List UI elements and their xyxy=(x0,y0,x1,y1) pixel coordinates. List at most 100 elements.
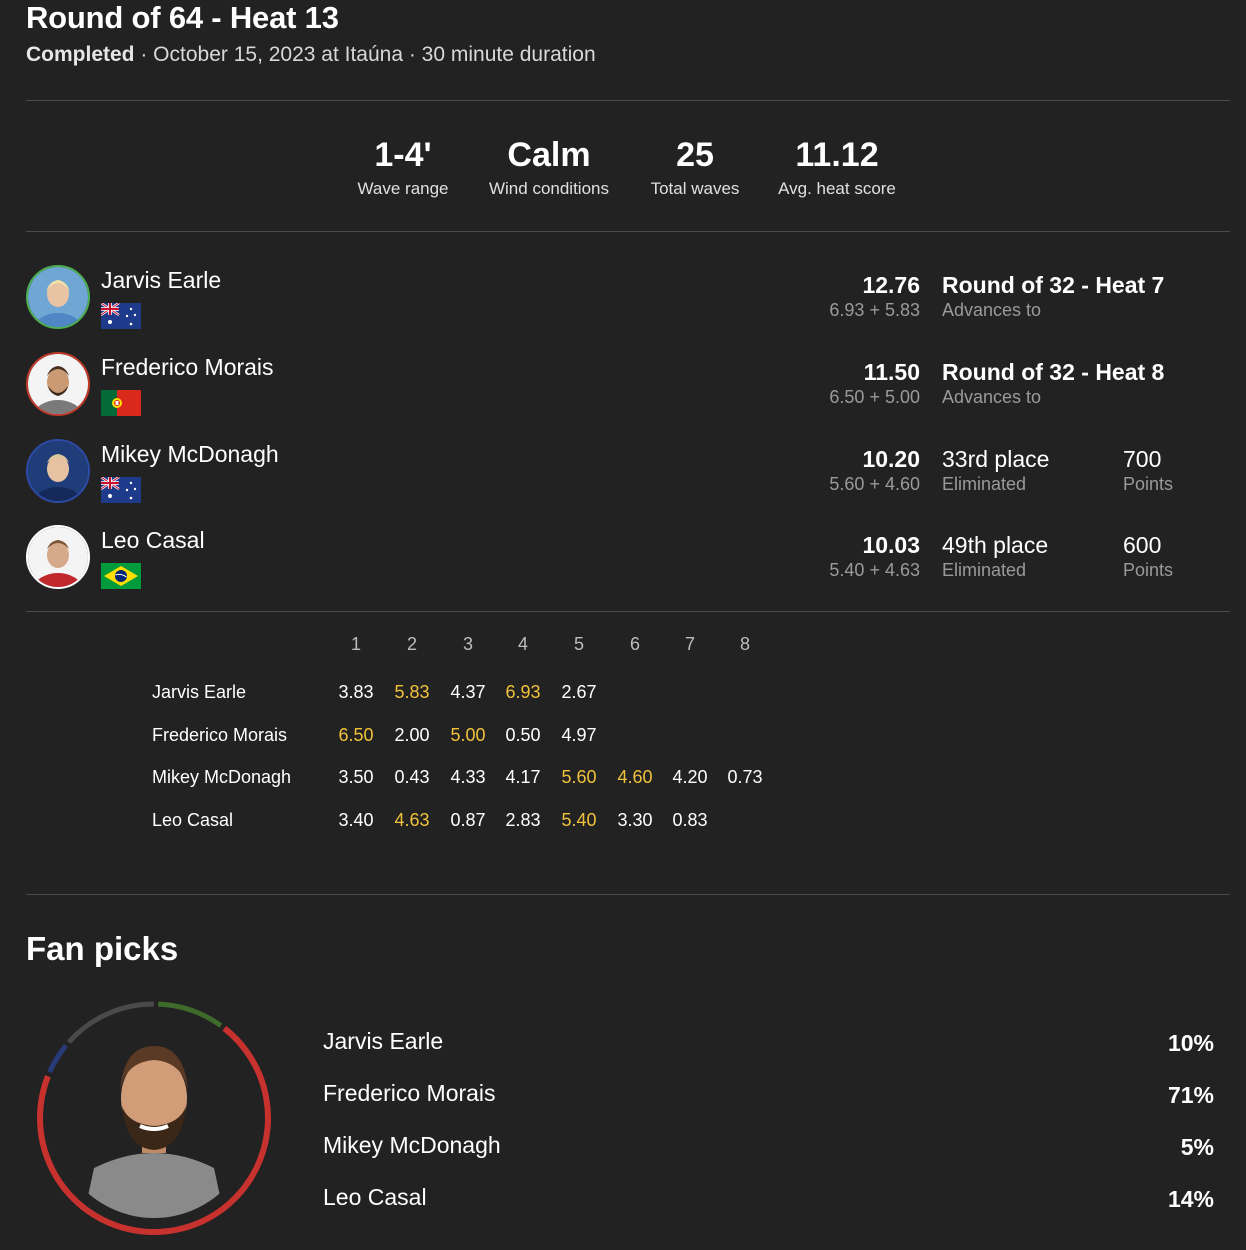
wave-row-name: Jarvis Earle xyxy=(152,682,247,702)
divider xyxy=(26,894,1230,895)
heat-status: Completed xyxy=(26,43,135,66)
fan-pick-name: Jarvis Earle xyxy=(323,1028,444,1054)
stat-avg-heat-score: 11.12 Avg. heat score xyxy=(767,134,907,200)
australia-flag-icon xyxy=(101,477,141,503)
counted-waves: 6.93 + 5.83 xyxy=(829,300,920,320)
wave-row-name: Mikey McDonagh xyxy=(152,767,292,787)
stat-label: Avg. heat score xyxy=(778,179,896,198)
result-placing: 33rd place xyxy=(942,446,1050,472)
brazil-flag-icon xyxy=(101,563,141,589)
wave-score-cell: 5.00 xyxy=(450,725,486,745)
wave-score-cell: 3.83 xyxy=(338,682,374,702)
competitor-name[interactable]: Jarvis Earle xyxy=(101,266,221,294)
wave-score-cell: 4.17 xyxy=(505,767,541,787)
wave-score-cell: 2.00 xyxy=(394,725,430,745)
wave-column-header: 4 xyxy=(517,634,528,654)
wave-score-cell: 5.40 xyxy=(561,810,597,830)
stat-label: Wind conditions xyxy=(488,179,609,198)
wave-column-header: 3 xyxy=(462,634,473,654)
wave-column-header: 6 xyxy=(629,634,640,654)
wave-score-cell: 0.43 xyxy=(394,767,430,787)
wave-score-cell: 6.50 xyxy=(338,725,374,745)
australia-flag-icon xyxy=(101,303,141,329)
result-placing: 49th place xyxy=(942,532,1049,558)
wave-score-cell: 2.83 xyxy=(505,810,541,830)
portugal-flag-icon xyxy=(101,390,141,416)
result-status: Eliminated xyxy=(942,560,1027,580)
competitor-row[interactable]: Frederico Morais 11.50 6.50 + 5.00 Round… xyxy=(26,352,1230,422)
heat-score: 10.20 xyxy=(862,446,920,472)
stat-wind-conditions: Calm Wind conditions xyxy=(479,134,619,200)
wave-column-header: 8 xyxy=(739,634,750,654)
stat-value: 11.12 xyxy=(795,136,879,174)
points-label: Points xyxy=(1123,474,1174,494)
avatar[interactable] xyxy=(26,352,90,416)
heat-score: 10.03 xyxy=(862,532,920,558)
fan-pick-percent: 10% xyxy=(1167,1030,1214,1056)
points-value: 700 xyxy=(1123,446,1162,472)
competitor-name[interactable]: Leo Casal xyxy=(101,526,205,554)
fan-pick-percent: 14% xyxy=(1167,1186,1214,1212)
wave-column-header: 2 xyxy=(406,634,417,654)
featured-surfer-photo xyxy=(54,1018,254,1218)
counted-waves: 5.60 + 4.60 xyxy=(829,474,920,494)
fan-picks-ring xyxy=(37,1001,271,1235)
wave-score-cell: 4.97 xyxy=(561,725,597,745)
heat-details: · October 15, 2023 at Itaúna · 30 minute… xyxy=(134,43,596,66)
avatar[interactable] xyxy=(26,525,90,589)
wave-column-header: 1 xyxy=(350,634,361,654)
stat-total-waves: 25 Total waves xyxy=(642,134,748,200)
result-next-heat[interactable]: Round of 32 - Heat 7 xyxy=(942,271,1164,299)
wave-score-cell: 2.67 xyxy=(561,682,597,702)
result-status: Advances to xyxy=(942,300,1042,320)
wave-row-name: Frederico Morais xyxy=(152,725,288,745)
wave-column-header: 5 xyxy=(573,634,584,654)
result-next-heat[interactable]: Round of 32 - Heat 8 xyxy=(942,358,1164,386)
fan-pick-percent: 5% xyxy=(1180,1134,1214,1160)
competitor-name[interactable]: Mikey McDonagh xyxy=(101,440,279,468)
wave-score-cell: 4.33 xyxy=(450,767,486,787)
fan-pick-ring-segment xyxy=(47,1043,68,1074)
divider xyxy=(26,611,1230,612)
wave-score-cell: 0.83 xyxy=(672,810,708,830)
competitor-row[interactable]: Leo Casal 10.03 5.40 + 4.63 49th place E… xyxy=(26,525,1230,595)
wave-score-cell: 4.63 xyxy=(394,810,430,830)
stat-value: Calm xyxy=(507,136,591,174)
result-status: Eliminated xyxy=(942,474,1027,494)
wave-score-cell: 0.87 xyxy=(450,810,486,830)
wave-score-cell: 5.60 xyxy=(561,767,597,787)
stat-label: Total waves xyxy=(650,179,740,198)
wave-score-cell: 3.30 xyxy=(617,810,653,830)
stat-value: 1-4' xyxy=(374,136,432,174)
fan-picks-title: Fan picks xyxy=(26,930,179,967)
competitor-row[interactable]: Jarvis Earle 12.76 6.93 + 5.83 Round of … xyxy=(26,265,1230,335)
wave-score-cell: 5.83 xyxy=(394,682,430,702)
wave-column-header: 7 xyxy=(684,634,695,654)
fan-pick-name: Mikey McDonagh xyxy=(323,1132,501,1158)
wave-score-cell: 6.93 xyxy=(505,682,541,702)
wave-score-cell: 0.73 xyxy=(727,767,763,787)
heat-subtitle: Completed · October 15, 2023 at Itaúna ·… xyxy=(26,42,596,68)
wave-row-name: Leo Casal xyxy=(152,810,234,830)
fan-pick-name: Frederico Morais xyxy=(323,1080,496,1106)
page-title: Round of 64 - Heat 13 xyxy=(26,0,339,35)
stat-label: Wave range xyxy=(357,179,449,198)
avatar[interactable] xyxy=(26,265,90,329)
fan-pick-percent: 71% xyxy=(1167,1082,1214,1108)
result-status: Advances to xyxy=(942,387,1042,407)
divider xyxy=(26,100,1230,101)
divider xyxy=(26,231,1230,232)
heat-score: 11.50 xyxy=(863,359,920,385)
avatar[interactable] xyxy=(26,439,90,503)
heat-score: 12.76 xyxy=(862,272,920,298)
competitor-name[interactable]: Frederico Morais xyxy=(101,353,274,381)
fan-pick-name: Leo Casal xyxy=(323,1184,427,1210)
wave-score-cell: 4.60 xyxy=(617,767,653,787)
stat-wave-range: 1-4' Wave range xyxy=(350,134,456,200)
competitor-row[interactable]: Mikey McDonagh 10.20 5.60 + 4.60 33rd pl… xyxy=(26,439,1230,509)
wave-score-cell: 3.50 xyxy=(338,767,374,787)
stat-value: 25 xyxy=(676,136,714,174)
wave-score-cell: 0.50 xyxy=(505,725,541,745)
wave-score-cell: 4.20 xyxy=(672,767,708,787)
counted-waves: 5.40 + 4.63 xyxy=(829,560,920,580)
